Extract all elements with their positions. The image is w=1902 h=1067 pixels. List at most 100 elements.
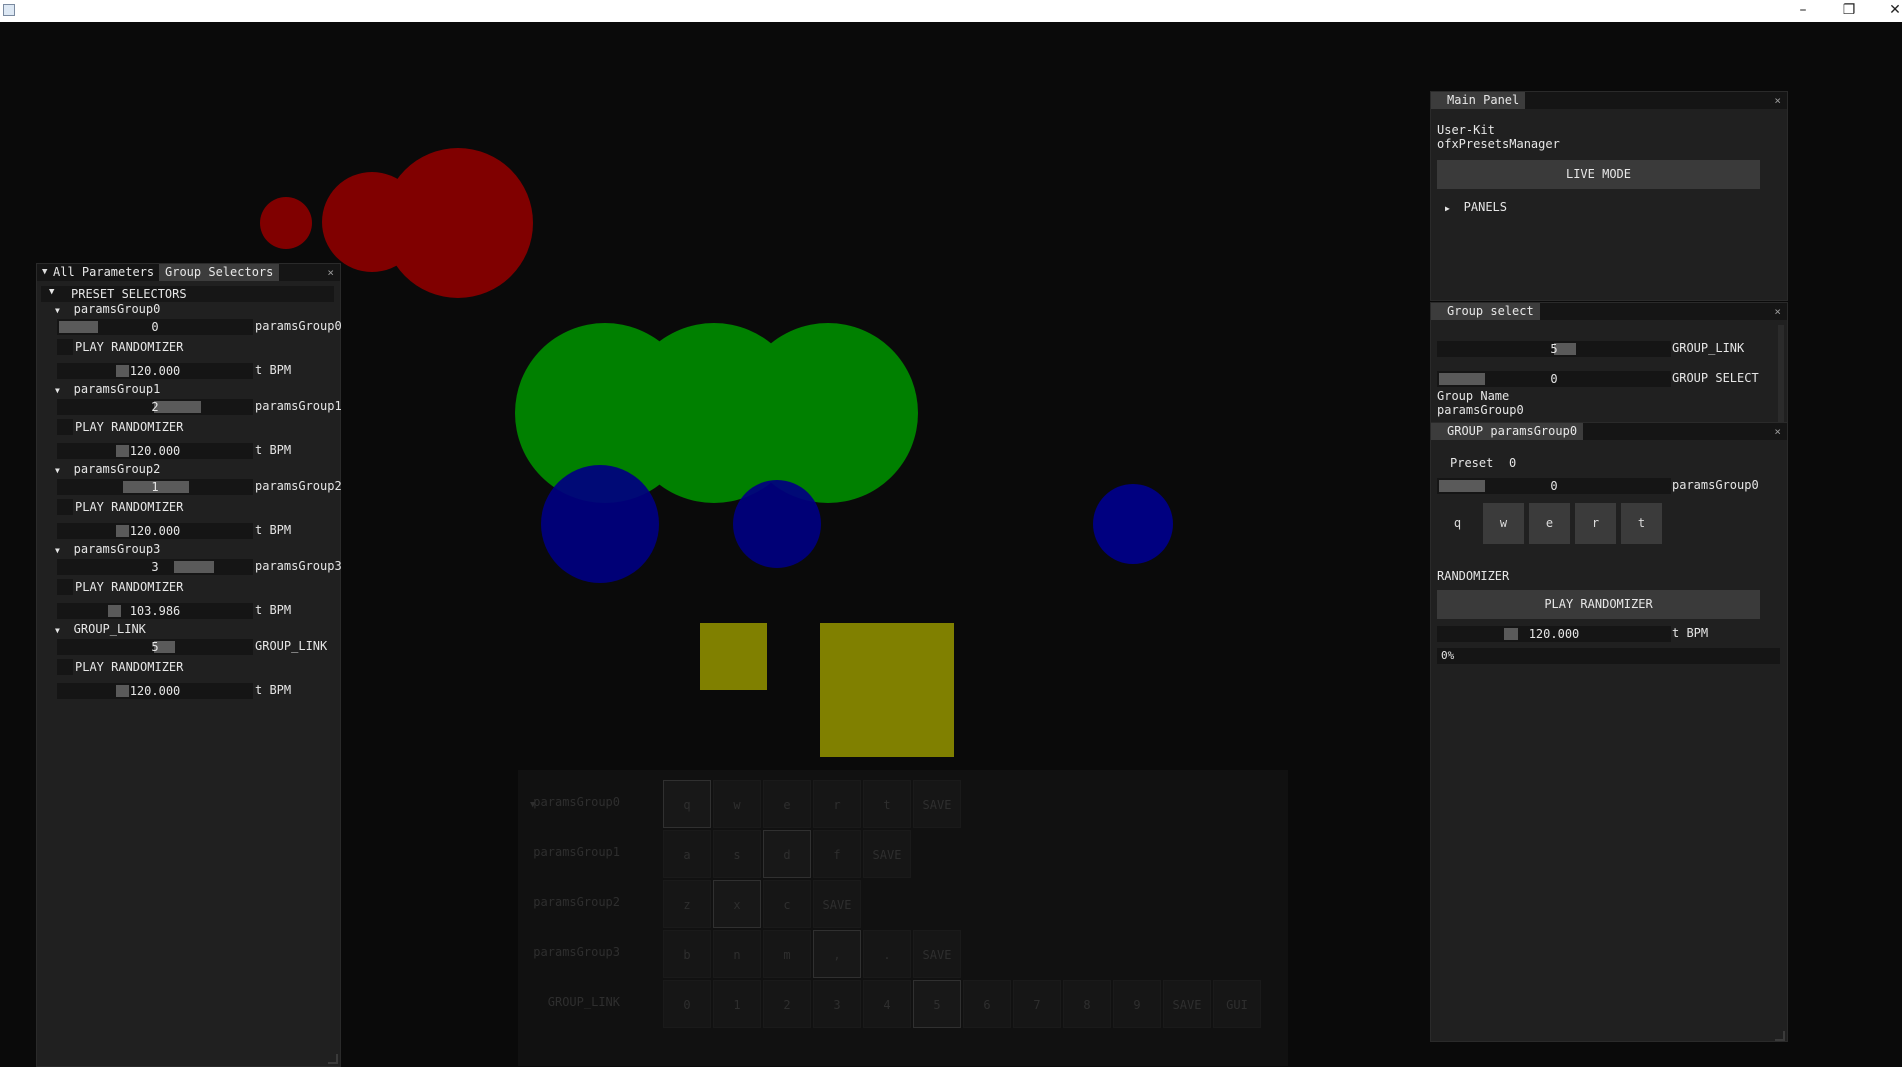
minimize-button[interactable]: – (1780, 0, 1826, 22)
key-button[interactable]: x (713, 880, 761, 928)
play-randomizer-checkbox[interactable] (57, 419, 73, 435)
left-panel-titlebar: ▼ All Parameters Group Selectors × (37, 264, 340, 281)
group-name-value: paramsGroup0 (1437, 403, 1524, 417)
resize-grip[interactable] (328, 1054, 338, 1064)
group-select-value: 0 (1550, 372, 1558, 386)
tab-group-selectors[interactable]: Group Selectors (159, 264, 280, 281)
key-button[interactable]: q (663, 780, 711, 828)
group-node-3[interactable]: ▼ paramsGroup3 (55, 542, 160, 557)
group-select-title: Group select (1431, 303, 1540, 320)
bpm-label: t BPM (255, 443, 292, 457)
key-button[interactable]: 3 (813, 980, 861, 1028)
key-button[interactable]: n (713, 930, 761, 978)
key-button[interactable]: 7 (1013, 980, 1061, 1028)
bpm-label: t BPM (1672, 626, 1709, 640)
key-button[interactable]: m (763, 930, 811, 978)
blue-circle-1 (541, 465, 659, 583)
blue-circle-2 (733, 480, 821, 568)
preset-key-button[interactable]: e (1529, 503, 1570, 544)
key-button[interactable]: 5 (913, 980, 961, 1028)
key-button[interactable]: 6 (963, 980, 1011, 1028)
group-node-label: paramsGroup3 (73, 542, 161, 556)
group-link-slider[interactable]: 5 (1437, 341, 1671, 357)
bpm-slider[interactable]: 120.000 (57, 443, 253, 459)
collapse-arrow-icon: ▼ (55, 626, 60, 635)
group-preset-slider[interactable]: 2 (57, 399, 253, 415)
panels-tree-node[interactable]: ▶ PANELS (1445, 200, 1507, 215)
bpm-value: 120.000 (129, 684, 181, 698)
key-button[interactable]: d (763, 830, 811, 878)
preset-key-button[interactable]: t (1621, 503, 1662, 544)
key-button[interactable]: SAVE (1163, 980, 1211, 1028)
preset-key-button[interactable]: q (1437, 503, 1478, 544)
key-button[interactable]: 1 (713, 980, 761, 1028)
tab-all-parameters[interactable]: All Parameters (37, 264, 160, 281)
chevron-right-icon: ▶ (1445, 204, 1450, 213)
params-group-slider[interactable]: 0 (1437, 478, 1671, 494)
key-button[interactable]: , (813, 930, 861, 978)
key-row-label: paramsGroup2 (533, 895, 620, 909)
main-panel-titlebar: ▼ Main Panel × (1431, 92, 1787, 109)
group-node-label: GROUP_LINK (73, 622, 146, 636)
key-button[interactable]: 9 (1113, 980, 1161, 1028)
group-node-1[interactable]: ▼ paramsGroup1 (55, 382, 160, 397)
key-button[interactable]: . (863, 930, 911, 978)
close-icon[interactable]: × (1774, 303, 1781, 320)
key-button[interactable]: b (663, 930, 711, 978)
bpm-slider[interactable]: 120.000 (57, 363, 253, 379)
key-button[interactable]: SAVE (913, 930, 961, 978)
bpm-slider[interactable]: 103.986 (57, 603, 253, 619)
bpm-slider[interactable]: 120.000 (57, 683, 253, 699)
key-button[interactable]: e (763, 780, 811, 828)
bpm-slider[interactable]: 120.000 (57, 523, 253, 539)
key-button[interactable]: z (663, 880, 711, 928)
group-select-slider[interactable]: 0 (1437, 371, 1671, 387)
close-icon[interactable]: × (327, 264, 334, 281)
resize-grip[interactable] (1775, 1031, 1785, 1041)
key-button[interactable]: 2 (763, 980, 811, 1028)
key-button[interactable]: t (863, 780, 911, 828)
close-window-button[interactable]: ✕ (1872, 0, 1902, 22)
preset-key-button[interactable]: r (1575, 503, 1616, 544)
key-button[interactable]: GUI (1213, 980, 1261, 1028)
group-node-2[interactable]: ▼ paramsGroup2 (55, 462, 160, 477)
key-button[interactable]: 8 (1063, 980, 1111, 1028)
group-preset-slider[interactable]: 1 (57, 479, 253, 495)
key-button[interactable]: f (813, 830, 861, 878)
key-button[interactable]: c (763, 880, 811, 928)
close-icon[interactable]: × (1774, 92, 1781, 109)
key-button[interactable]: s (713, 830, 761, 878)
presets-manager-label: ofxPresetsManager (1437, 137, 1560, 151)
keyboard-keys-panel: ▼ paramsGroup0 q w e r t SAVE paramsGroup1 a s d f S… (518, 770, 1288, 1066)
group-preset-slider[interactable]: 0 (57, 319, 253, 335)
group-link-value: 5 (1550, 342, 1558, 356)
key-button[interactable]: 4 (863, 980, 911, 1028)
key-button[interactable]: SAVE (813, 880, 861, 928)
play-randomizer-label: PLAY RANDOMIZER (75, 500, 184, 514)
collapse-arrow-icon: ▼ (55, 306, 60, 315)
key-button[interactable]: w (713, 780, 761, 828)
key-button[interactable]: SAVE (863, 830, 911, 878)
key-button[interactable]: SAVE (913, 780, 961, 828)
restore-button[interactable]: ❐ (1826, 0, 1872, 22)
key-button[interactable]: 0 (663, 980, 711, 1028)
group-node-4[interactable]: ▼ GROUP_LINK (55, 622, 146, 637)
key-button[interactable]: a (663, 830, 711, 878)
group-node-0[interactable]: ▼ paramsGroup0 (55, 302, 160, 317)
close-icon[interactable]: × (1774, 423, 1781, 440)
olive-square-small (700, 623, 767, 690)
key-button[interactable]: r (813, 780, 861, 828)
group-preset-slider[interactable]: 3 (57, 559, 253, 575)
play-randomizer-checkbox[interactable] (57, 339, 73, 355)
play-randomizer-checkbox[interactable] (57, 579, 73, 595)
bpm-slider[interactable]: 120.000 (1437, 626, 1671, 642)
render-scene: ▼ All Parameters Group Selectors × ▼ PRE… (0, 22, 1902, 1067)
live-mode-button[interactable]: LIVE MODE (1437, 160, 1760, 189)
preset-selectors-label: PRESET SELECTORS (71, 287, 187, 301)
preset-key-button[interactable]: w (1483, 503, 1524, 544)
group-preset-slider[interactable]: 5 (57, 639, 253, 655)
play-randomizer-checkbox[interactable] (57, 659, 73, 675)
preset-selectors-header[interactable]: ▼ PRESET SELECTORS (41, 286, 334, 302)
play-randomizer-button[interactable]: PLAY RANDOMIZER (1437, 590, 1760, 619)
play-randomizer-checkbox[interactable] (57, 499, 73, 515)
